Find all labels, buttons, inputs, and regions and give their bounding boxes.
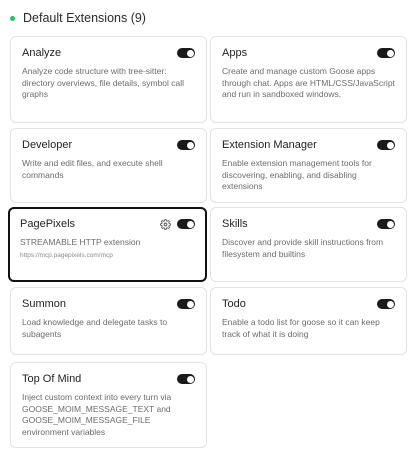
extension-description: Inject custom context into every turn vi… [22, 392, 172, 437]
enable-toggle[interactable] [177, 48, 195, 58]
extension-card-apps[interactable]: Apps Create and manage custom Goose apps… [210, 36, 407, 123]
enable-toggle[interactable] [377, 140, 395, 150]
extension-name: Analyze [22, 47, 62, 59]
extension-name: Developer [22, 139, 73, 151]
enable-toggle[interactable] [177, 299, 195, 309]
gear-icon[interactable] [159, 218, 171, 230]
extension-card-developer[interactable]: Developer Write and edit files, and exec… [10, 128, 207, 203]
enable-toggle[interactable] [177, 374, 195, 384]
enable-toggle[interactable] [177, 219, 195, 229]
extension-name: Apps [222, 47, 248, 59]
extension-name: Summon [22, 298, 67, 310]
extension-card-todo[interactable]: Todo Enable a todo list for goose so it … [210, 287, 407, 355]
enable-toggle[interactable] [177, 140, 195, 150]
extension-card-summon[interactable]: Summon Load knowledge and delegate tasks… [10, 287, 207, 355]
status-dot-icon [10, 15, 15, 21]
section-title: Default Extensions (9) [23, 11, 146, 25]
extension-description: Enable a todo list for goose so it can k… [222, 317, 380, 339]
extension-name: Todo [222, 298, 246, 310]
extension-card-top-of-mind[interactable]: Top Of Mind Inject custom context into e… [10, 362, 207, 448]
extension-description: Enable extension management tools for di… [222, 158, 372, 191]
extensions-page: Default Extensions (9) Analyze Analyze c… [0, 0, 420, 460]
enable-toggle[interactable] [377, 219, 395, 229]
extension-description: Discover and provide skill instructions … [222, 237, 384, 259]
extension-name: Skills [222, 218, 248, 230]
extension-url: https://mcp.pagepixels.com/mcp [20, 251, 113, 259]
extension-card-pagepixels[interactable]: PagePixels STREAMABLE HTTP extension htt… [8, 207, 207, 282]
extension-description: Create and manage custom Goose apps thro… [222, 66, 395, 99]
extension-name: PagePixels [20, 218, 76, 230]
extension-description: STREAMABLE HTTP extension [20, 237, 141, 247]
extension-card-analyze[interactable]: Analyze Analyze code structure with tree… [10, 36, 207, 123]
extension-card-extension-manager[interactable]: Extension Manager Enable extension manag… [210, 128, 407, 203]
extension-name: Extension Manager [222, 139, 317, 151]
extension-name: Top Of Mind [22, 373, 82, 385]
extension-description: Write and edit files, and execute shell … [22, 158, 163, 180]
enable-toggle[interactable] [377, 48, 395, 58]
enable-toggle[interactable] [377, 299, 395, 309]
section-header: Default Extensions (9) [10, 11, 146, 25]
extension-description: Analyze code structure with tree-sitter:… [22, 66, 185, 99]
extension-card-skills[interactable]: Skills Discover and provide skill instru… [210, 207, 407, 282]
extension-description: Load knowledge and delegate tasks to sub… [22, 317, 168, 339]
